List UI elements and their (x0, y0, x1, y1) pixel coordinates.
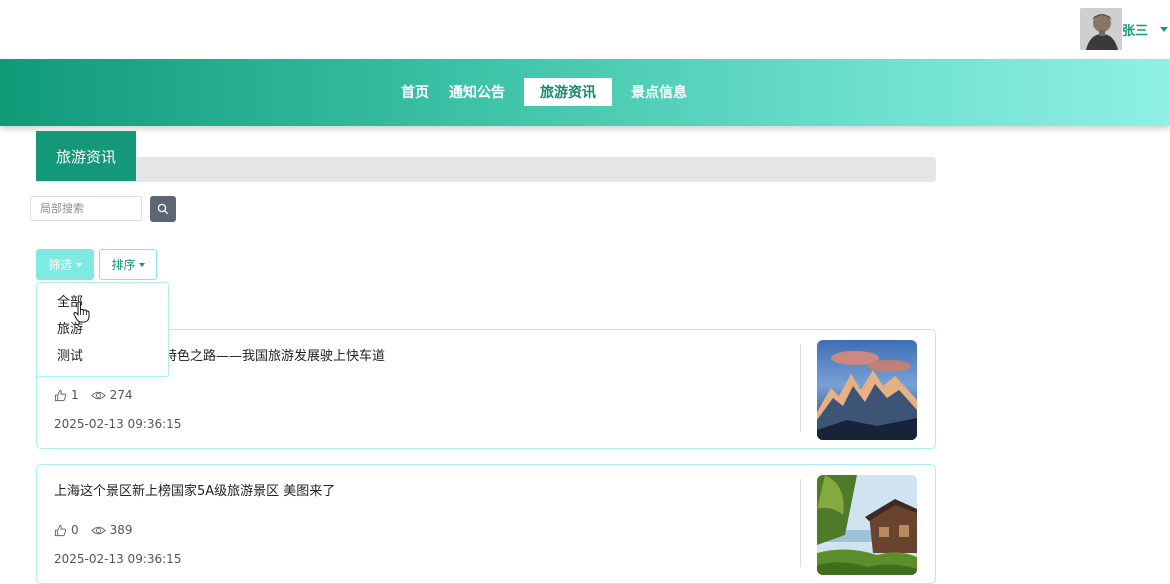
eye-icon (90, 526, 106, 534)
likes-stat: 0 (54, 523, 79, 537)
views-count: 274 (109, 388, 133, 402)
filter-option-test[interactable]: 测试 (37, 347, 168, 374)
caret-down-icon (138, 262, 145, 267)
article-title[interactable]: 特色之路——我国旅游发展驶上快车道 (164, 345, 385, 364)
card-divider (800, 479, 801, 567)
article-stats: 1 274 (54, 388, 145, 402)
article-thumbnail[interactable] (817, 475, 917, 575)
article-stats: 0 389 (54, 523, 145, 537)
article-card[interactable]: 特色之路——我国旅游发展驶上快车道 1 274 2025-02-13 09:36… (36, 329, 936, 449)
hand-cursor-icon (73, 301, 90, 323)
filter-label: 筛选 (48, 258, 73, 272)
nav-item-travel-news[interactable]: 旅游资讯 (524, 78, 612, 106)
article-title[interactable]: 上海这个景区新上榜国家5A级旅游景区 美图来了 (54, 480, 335, 499)
nav-item-attractions[interactable]: 景点信息 (622, 78, 696, 106)
likes-count: 1 (71, 388, 79, 402)
thumbs-up-icon (54, 524, 67, 536)
search-icon (157, 203, 169, 215)
avatar[interactable] (1079, 8, 1122, 50)
sort-button[interactable]: 排序 (99, 249, 157, 280)
user-name[interactable]: 张三 (1122, 20, 1148, 39)
views-count: 389 (109, 523, 133, 537)
sort-label: 排序 (111, 258, 136, 272)
section-title-bar (36, 157, 936, 182)
main-nav: 首页 通知公告 旅游资讯 景点信息 (0, 59, 1170, 126)
likes-stat: 1 (54, 388, 79, 402)
search-button[interactable] (150, 196, 176, 222)
nav-item-notices[interactable]: 通知公告 (440, 78, 514, 106)
filter-option-all[interactable]: 全部 (37, 293, 168, 320)
nav-item-home[interactable]: 首页 (392, 78, 438, 106)
article-date: 2025-02-13 09:36:15 (54, 417, 182, 431)
card-divider (800, 344, 801, 432)
caret-down-icon (75, 262, 82, 267)
article-date: 2025-02-13 09:36:15 (54, 552, 182, 566)
thumbs-up-icon (54, 389, 67, 401)
eye-icon (90, 391, 106, 399)
article-thumbnail[interactable] (817, 340, 917, 440)
search-input[interactable] (30, 196, 142, 221)
views-stat: 389 (90, 523, 133, 537)
top-bar: 张三 (0, 0, 1170, 59)
user-menu[interactable]: 张三 (1079, 6, 1170, 52)
filter-dropdown-menu: 全部 旅游 测试 (36, 282, 169, 377)
article-card[interactable]: 上海这个景区新上榜国家5A级旅游景区 美图来了 0 389 2025-02-13… (36, 464, 936, 584)
filter-button[interactable]: 筛选 (36, 249, 94, 280)
section-title: 旅游资讯 (36, 131, 136, 181)
filter-option-travel[interactable]: 旅游 (37, 320, 168, 347)
chevron-down-icon[interactable] (1160, 26, 1168, 32)
views-stat: 274 (90, 388, 133, 402)
likes-count: 0 (71, 523, 79, 537)
